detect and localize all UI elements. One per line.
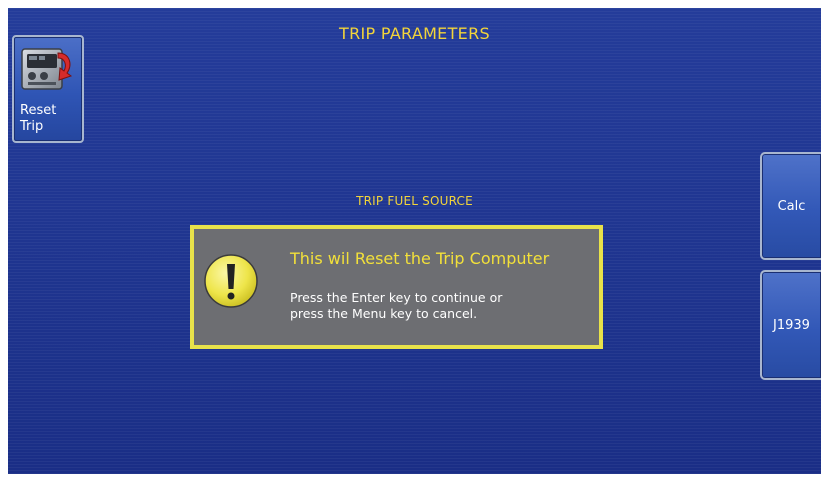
- reset-trip-label-line1: Reset: [20, 103, 57, 118]
- reset-trip-button[interactable]: Reset Trip: [12, 35, 84, 143]
- reset-trip-label-line2: Trip: [20, 119, 44, 134]
- j1939-button[interactable]: J1939: [760, 270, 821, 380]
- j1939-button-label: J1939: [773, 317, 810, 333]
- warning-icon: [204, 254, 258, 308]
- reset-trip-icon: [21, 48, 73, 90]
- dialog-message-line1: Press the Enter key to continue or: [290, 290, 503, 305]
- trip-parameters-screen: TRIP PARAMETERS Reset Trip Calc J1939 TR…: [8, 8, 821, 474]
- page-title: TRIP PARAMETERS: [339, 24, 490, 43]
- reset-confirmation-dialog: This wil Reset the Trip Computer Press t…: [190, 225, 603, 349]
- dialog-heading: This wil Reset the Trip Computer: [290, 249, 550, 268]
- trip-fuel-source-label: TRIP FUEL SOURCE: [356, 194, 473, 208]
- dialog-message-line2: press the Menu key to cancel.: [290, 306, 478, 321]
